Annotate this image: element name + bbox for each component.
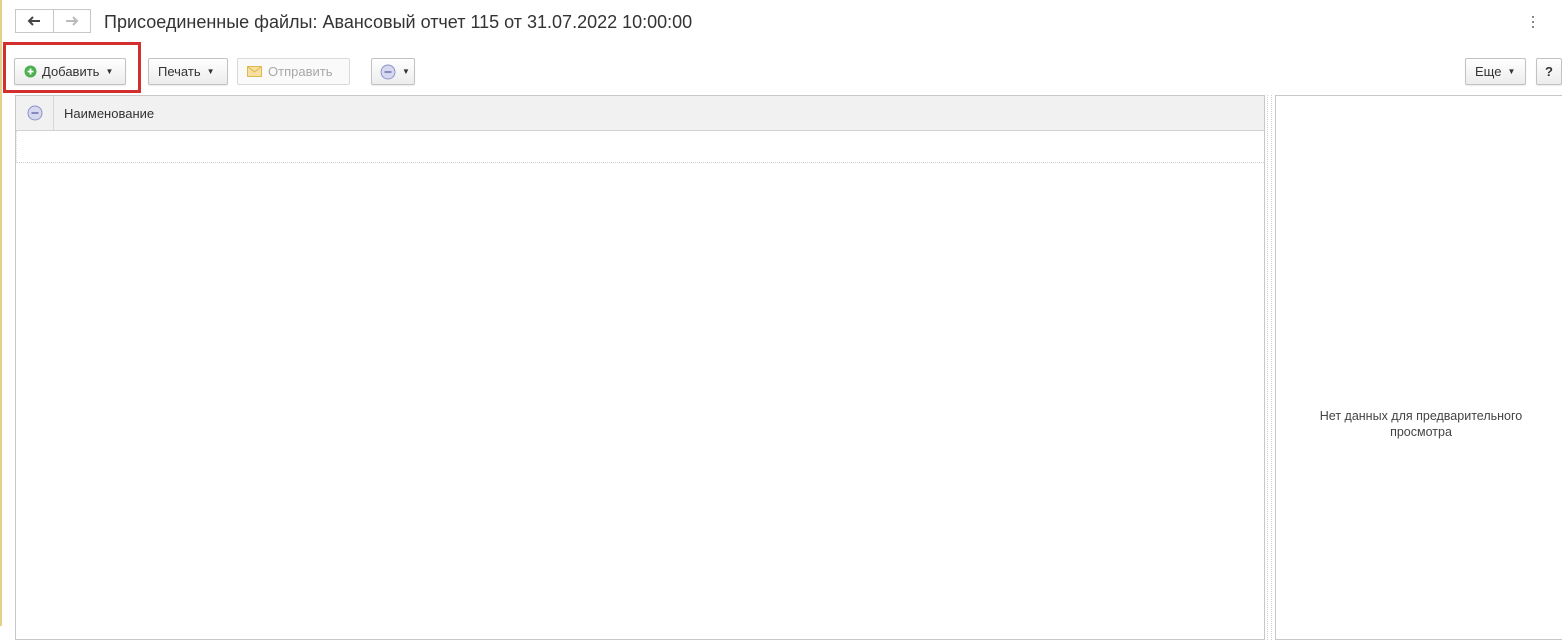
panel-splitter[interactable] — [1267, 95, 1272, 640]
arrow-right-icon — [65, 16, 79, 26]
kebab-menu-icon[interactable] — [1529, 12, 1537, 32]
window-left-edge — [0, 0, 2, 626]
table-header: Наименование — [16, 96, 1264, 131]
options-dropdown-button[interactable]: ▼ — [371, 58, 415, 85]
table-row[interactable] — [16, 131, 1264, 163]
envelope-icon — [247, 66, 262, 77]
preview-panel: Нет данных для предварительного просмотр… — [1275, 95, 1562, 640]
print-button-label: Печать — [158, 64, 201, 79]
send-button-label: Отправить — [268, 64, 333, 79]
preview-empty-text: Нет данных для предварительного просмотр… — [1319, 409, 1523, 439]
print-button[interactable]: Печать ▼ — [148, 58, 228, 85]
more-button-label: Еще — [1475, 64, 1502, 79]
back-button[interactable] — [15, 9, 54, 33]
circle-minus-icon — [27, 105, 42, 121]
chevron-down-icon: ▼ — [1507, 67, 1516, 76]
arrow-left-icon — [27, 16, 41, 26]
navigation-buttons — [15, 9, 91, 33]
help-button-label: ? — [1545, 64, 1553, 79]
more-button[interactable]: Еще ▼ — [1465, 58, 1526, 85]
header-icon-cell[interactable] — [16, 96, 54, 130]
files-table: Наименование — [15, 95, 1265, 640]
circle-minus-icon — [380, 64, 396, 79]
chevron-down-icon: ▼ — [206, 67, 215, 76]
highlight-box — [3, 42, 141, 93]
help-button[interactable]: ? — [1536, 58, 1562, 85]
send-button[interactable]: Отправить — [237, 58, 350, 85]
column-header-name[interactable]: Наименование — [54, 106, 154, 121]
forward-button[interactable] — [53, 9, 91, 33]
page-title: Присоединенные файлы: Авансовый отчет 11… — [104, 12, 693, 32]
chevron-down-icon: ▼ — [402, 67, 410, 76]
